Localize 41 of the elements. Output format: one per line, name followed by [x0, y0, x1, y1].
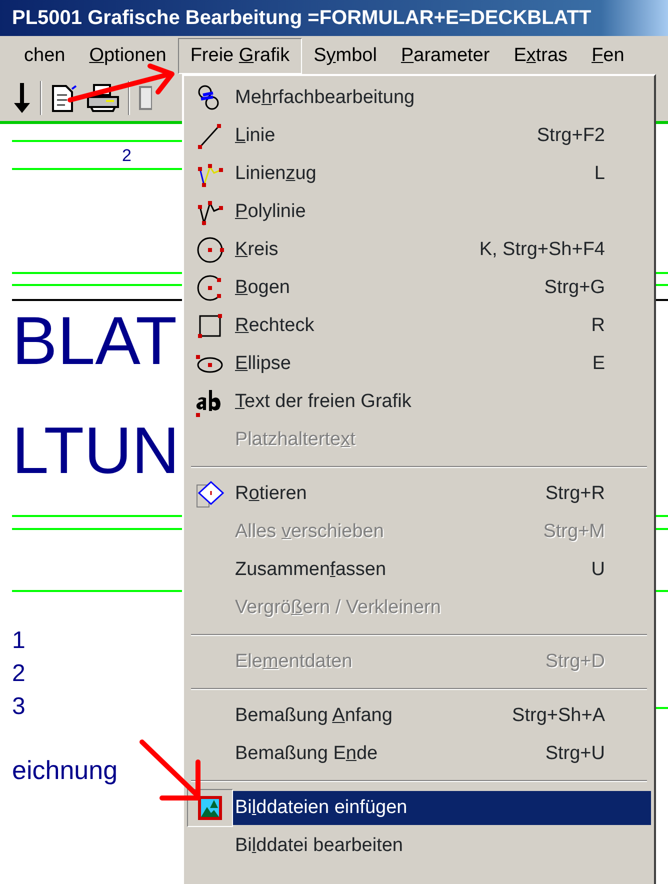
document-icon[interactable] — [50, 82, 78, 112]
menu-bar-item[interactable]: Extras — [502, 38, 580, 74]
menu-bar-item[interactable]: Parameter — [388, 38, 502, 74]
menu-item[interactable]: Bemaßung Ende Strg+U — [233, 737, 651, 771]
menu-item[interactable]: Linie Strg+F2 — [233, 119, 651, 153]
diamond-icon — [195, 479, 225, 509]
menu-item: Alles verschieben Strg+M — [234, 520, 606, 544]
circle-icon — [195, 235, 225, 265]
menu-bar-item[interactable]: chen — [12, 38, 78, 74]
menu-item[interactable]: Bilddatei bearbeiten — [233, 829, 651, 863]
menu-item[interactable]: Rechteck R — [233, 309, 651, 343]
drawing-text: LTUN — [12, 417, 180, 483]
printer-icon[interactable] — [86, 82, 120, 112]
menu-item[interactable]: Linienzug L — [233, 157, 651, 191]
menu-item[interactable]: Rotieren Strg+R — [233, 477, 651, 511]
menu-item[interactable]: Mehrfachbearbeitung — [233, 81, 651, 115]
window-title: PL5001 Grafische Bearbeitung =FORMULAR+E=DECKBLATT — [0, 0, 668, 36]
menu-item[interactable]: Text der freien Grafik — [233, 385, 651, 419]
menu-bar-item[interactable]: Symbol — [302, 38, 389, 74]
menu-item[interactable]: Kreis K, Strg+Sh+F4 — [233, 233, 651, 267]
menu-item[interactable]: Bemaßung Anfang Strg+Sh+A — [233, 699, 651, 733]
menu-item: Platzhaltertext — [234, 428, 356, 452]
drawing-text: 2 — [12, 662, 26, 686]
drawing-text: 2 — [122, 147, 132, 164]
drawing-text: 1 — [12, 629, 26, 653]
drawing-text: 3 — [12, 695, 26, 719]
menu-bar-item[interactable]: Optionen — [77, 38, 178, 74]
image-icon — [195, 793, 225, 823]
menu-item: Vergrößern / Verkleinern — [234, 596, 442, 620]
rectangle-icon — [195, 311, 225, 341]
menu-item[interactable]: Zusammenfassen U — [233, 553, 651, 587]
menu-item[interactable]: Polylinie — [233, 195, 651, 229]
menu-item[interactable]: Ellipse E — [233, 347, 651, 381]
drawing-text: eichnung — [12, 757, 118, 783]
menu-item: Elementdaten Strg+D — [234, 650, 606, 674]
drawing-text: BLAT — [12, 307, 178, 375]
down-arrow-icon[interactable] — [12, 82, 32, 112]
menu-item[interactable]: Bogen Strg+G — [233, 271, 651, 305]
menu-item[interactable]: Bilddateien einfügen — [233, 791, 651, 825]
menu-bar-item[interactable]: Fen — [580, 38, 636, 74]
menu-bar-item[interactable]: Freie Grafik — [178, 38, 302, 74]
